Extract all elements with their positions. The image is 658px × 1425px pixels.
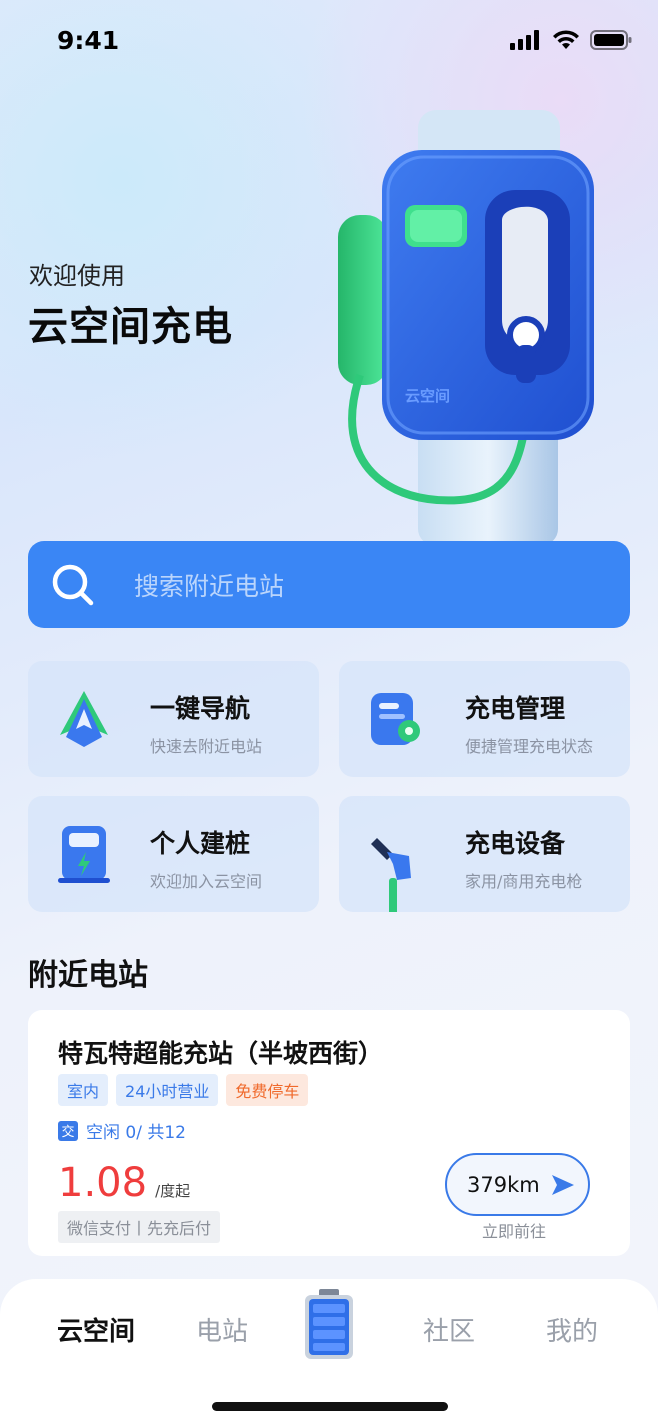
tab-mine[interactable]: 我的	[546, 1311, 598, 1348]
station-availability: 交 空闲 0/ 共12	[58, 1118, 186, 1143]
quick-action-title: 充电管理	[465, 694, 566, 723]
battery-status-icon	[590, 30, 632, 50]
payment-info: 微信支付丨先充后付	[58, 1211, 221, 1243]
welcome-title: 云空间充电	[28, 304, 233, 350]
quick-action-subtitle: 便捷管理充电状态	[465, 737, 594, 756]
charger-illustration: 云空间	[338, 110, 594, 545]
search-placeholder: 搜索附近电站	[134, 571, 285, 601]
quick-action-subtitle: 家用/商用充电枪	[465, 872, 583, 891]
send-arrow-icon	[551, 1174, 574, 1195]
quick-action-personal-pile[interactable]: 个人建桩 欢迎加入云空间	[28, 796, 319, 912]
wifi-icon	[553, 30, 579, 49]
navigate-button[interactable]: 379km	[445, 1153, 590, 1216]
navigation-icon	[60, 691, 108, 747]
quick-action-navigation[interactable]: 一键导航 快速去附近电站	[28, 661, 319, 777]
nearby-section-title: 附近电站	[28, 958, 148, 993]
price-unit: /度起	[155, 1182, 191, 1200]
status-time: 9:41	[57, 26, 120, 55]
welcome-subtitle: 欢迎使用	[29, 262, 125, 290]
search-bar[interactable]: 搜索附近电站	[28, 541, 630, 628]
signal-icon	[510, 30, 539, 50]
price-value: 1.08	[58, 1160, 148, 1206]
search-icon	[52, 564, 94, 605]
tab-bar: 云空间 电站 社区 我的	[0, 1279, 658, 1425]
availability-text: 空闲 0/ 共12	[86, 1123, 186, 1143]
go-now-label: 立即前往	[482, 1222, 547, 1241]
quick-action-title: 充电设备	[465, 829, 566, 858]
charging-gun-icon	[371, 838, 411, 912]
tab-home[interactable]: 云空间	[57, 1311, 135, 1348]
station-price: 1.08 /度起	[58, 1160, 190, 1206]
tab-community[interactable]: 社区	[423, 1311, 475, 1348]
status-icons	[510, 30, 632, 50]
tab-stations[interactable]: 电站	[196, 1311, 248, 1348]
quick-action-title: 个人建桩	[150, 829, 251, 858]
charging-pile-icon	[58, 826, 110, 883]
tag-free-parking: 免费停车	[226, 1074, 309, 1106]
tag-indoor: 室内	[58, 1074, 109, 1106]
ac-badge: 交	[58, 1120, 78, 1141]
home-indicator[interactable]	[212, 1402, 448, 1411]
status-bar: 9:41	[0, 0, 658, 82]
quick-action-title: 一键导航	[150, 694, 251, 723]
tag-24h: 24小时营业	[116, 1074, 219, 1106]
quick-action-subtitle: 欢迎加入云空间	[150, 872, 263, 891]
distance-text: 379km	[467, 1172, 540, 1197]
station-card[interactable]: 特瓦特超能充站（半坡西街） 室内 24小时营业 免费停车 交 空闲 0/ 共12…	[28, 1010, 630, 1256]
station-tags: 室内 24小时营业 免费停车	[58, 1074, 309, 1106]
station-name: 特瓦特超能充站（半坡西街）	[58, 1039, 384, 1068]
quick-action-charging-management[interactable]: 充电管理 便捷管理充电状态	[339, 661, 630, 777]
battery-icon[interactable]	[301, 1289, 357, 1361]
charger-brand-label: 云空间	[405, 387, 450, 405]
quick-action-charging-equipment[interactable]: 充电设备 家用/商用充电枪	[339, 796, 630, 912]
quick-action-subtitle: 快速去附近电站	[150, 737, 263, 756]
management-icon	[371, 693, 420, 745]
